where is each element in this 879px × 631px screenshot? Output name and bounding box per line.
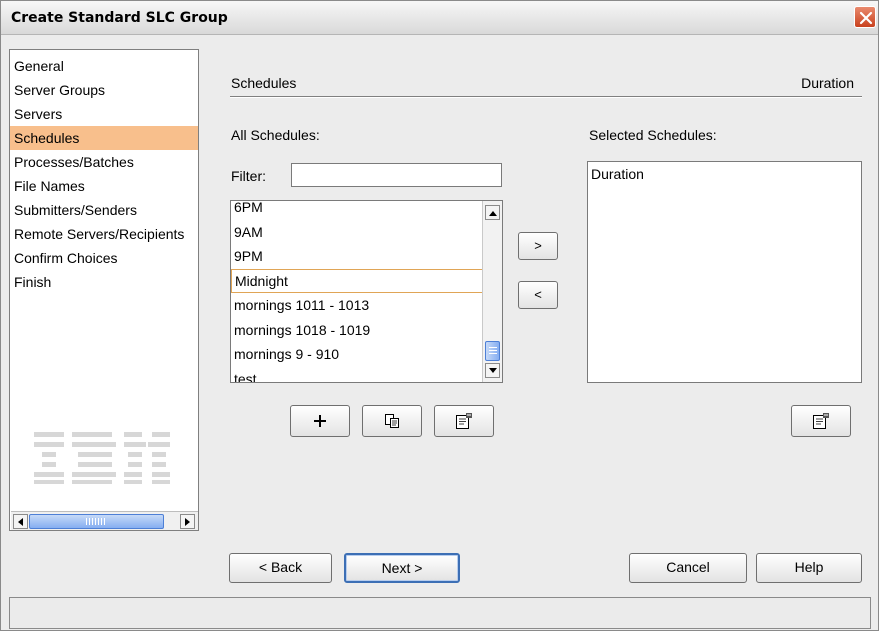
nav-item[interactable]: File Names	[10, 174, 198, 198]
filter-input[interactable]	[291, 163, 502, 187]
arrow-up-icon	[489, 211, 497, 216]
selected-schedule-item[interactable]: Duration	[588, 162, 861, 187]
filter-label: Filter:	[231, 168, 266, 184]
back-button[interactable]: < Back	[229, 553, 332, 583]
schedule-list-item[interactable]: test	[231, 367, 483, 383]
schedule-list-item[interactable]: mornings 1018 - 1019	[231, 318, 483, 343]
schedule-list-item[interactable]: 9PM	[231, 244, 483, 269]
all-schedules-list[interactable]: 6PM 9AM 9PM Midnight mornings 1011 - 1013 mor…	[230, 200, 503, 383]
cancel-button[interactable]: Cancel	[629, 553, 747, 583]
nav-horizontal-scrollbar[interactable]	[11, 511, 198, 530]
properties-icon	[456, 413, 472, 429]
new-schedule-button[interactable]	[290, 405, 350, 437]
scroll-thumb[interactable]	[29, 514, 164, 529]
scroll-left-button[interactable]	[13, 514, 28, 529]
schedule-list-item[interactable]: mornings 1011 - 1013	[231, 293, 483, 318]
selected-schedules-label: Selected Schedules:	[589, 127, 717, 143]
nav-item[interactable]: Confirm Choices	[10, 246, 198, 270]
selected-schedules-list[interactable]: Duration	[587, 161, 862, 383]
scroll-thumb[interactable]	[485, 341, 500, 361]
scroll-down-button[interactable]	[485, 363, 500, 378]
all-schedules-items: 6PM 9AM 9PM Midnight mornings 1011 - 1013 mor…	[231, 201, 483, 383]
schedule-list-item[interactable]: 6PM	[231, 201, 483, 220]
status-bar	[9, 597, 871, 629]
dialog-window: Create Standard SLC Group General Server …	[0, 0, 879, 631]
scroll-up-button[interactable]	[485, 205, 500, 220]
nav-item[interactable]: Finish	[10, 270, 198, 294]
schedule-list-item[interactable]: 9AM	[231, 220, 483, 245]
schedule-properties-button[interactable]	[434, 405, 494, 437]
selected-properties-button[interactable]	[791, 405, 851, 437]
arrow-left-icon	[18, 518, 23, 526]
title-bar: Create Standard SLC Group	[1, 1, 878, 35]
nav-item[interactable]: Remote Servers/Recipients	[10, 222, 198, 246]
nav-item[interactable]: Servers	[10, 102, 198, 126]
next-button[interactable]: Next >	[344, 553, 460, 583]
header-divider	[230, 96, 862, 98]
ibm-logo	[34, 432, 170, 484]
close-button[interactable]	[854, 6, 876, 28]
all-schedules-scrollbar[interactable]	[482, 201, 502, 382]
wizard-nav-panel: General Server Groups Servers Schedules Proc…	[9, 49, 199, 531]
arrow-right-icon	[185, 518, 190, 526]
scroll-right-button[interactable]	[180, 514, 195, 529]
section-title: Schedules	[231, 75, 297, 91]
wizard-nav-list: General Server Groups Servers Schedules Proc…	[10, 54, 198, 294]
nav-item[interactable]: Processes/Batches	[10, 150, 198, 174]
remove-schedule-button[interactable]: <	[518, 281, 558, 309]
nav-item[interactable]: Schedules	[10, 126, 198, 150]
nav-item[interactable]: Server Groups	[10, 78, 198, 102]
schedule-list-item[interactable]: mornings 9 - 910	[231, 342, 483, 367]
close-icon	[859, 11, 873, 25]
plus-icon	[314, 415, 326, 427]
copy-icon	[385, 414, 399, 428]
section-subtitle: Duration	[801, 75, 854, 91]
schedule-list-item[interactable]: Midnight	[231, 268, 483, 293]
selected-schedules-items: Duration	[588, 162, 861, 187]
nav-item[interactable]: Submitters/Senders	[10, 198, 198, 222]
copy-schedule-button[interactable]	[362, 405, 422, 437]
window-title: Create Standard SLC Group	[11, 10, 228, 26]
properties-icon	[813, 413, 829, 429]
nav-item[interactable]: General	[10, 54, 198, 78]
help-button[interactable]: Help	[756, 553, 862, 583]
add-schedule-button[interactable]: >	[518, 232, 558, 260]
arrow-down-icon	[489, 368, 497, 373]
all-schedules-label: All Schedules:	[231, 127, 320, 143]
